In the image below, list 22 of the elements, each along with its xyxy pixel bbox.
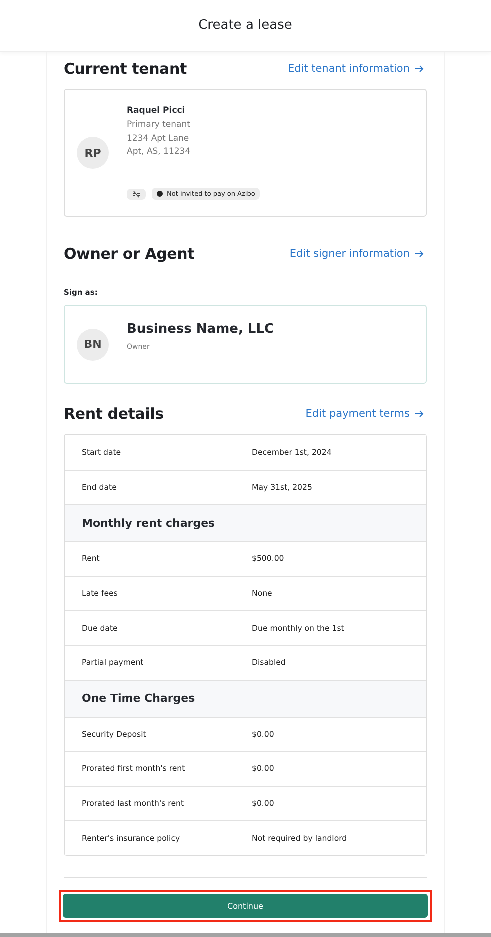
section-heading: Owner or Agent	[64, 245, 195, 263]
edit-link[interactable]: Edit signer information	[290, 248, 424, 260]
arrow-right-icon	[415, 250, 424, 258]
address-line: Apt, AS, 11234	[127, 146, 192, 159]
arrow-right-icon	[415, 410, 424, 418]
dot-icon	[157, 191, 163, 197]
page-title: Create a lease	[198, 18, 292, 33]
continue-button[interactable]: Continue	[63, 894, 428, 918]
arrow-right-icon	[415, 65, 424, 73]
section-title: Monthly rent charges	[82, 516, 216, 530]
signer-name: Business Name, LLC	[127, 322, 274, 337]
address-line: 1234 Apt Lane	[127, 132, 190, 146]
edit-link[interactable]: Edit tenant information	[288, 63, 424, 75]
tenant-role: Primary tenant	[127, 119, 192, 132]
section-heading: Current tenant	[64, 60, 187, 78]
link-off-icon	[132, 190, 141, 198]
section-heading: Rent details	[64, 405, 164, 423]
section-title: One Time Charges	[82, 692, 196, 706]
avatar: RP	[77, 137, 109, 169]
avatar: BN	[77, 328, 109, 360]
tenant-name: Raquel Picci	[127, 106, 186, 116]
edit-link[interactable]: Edit payment terms	[306, 408, 424, 420]
